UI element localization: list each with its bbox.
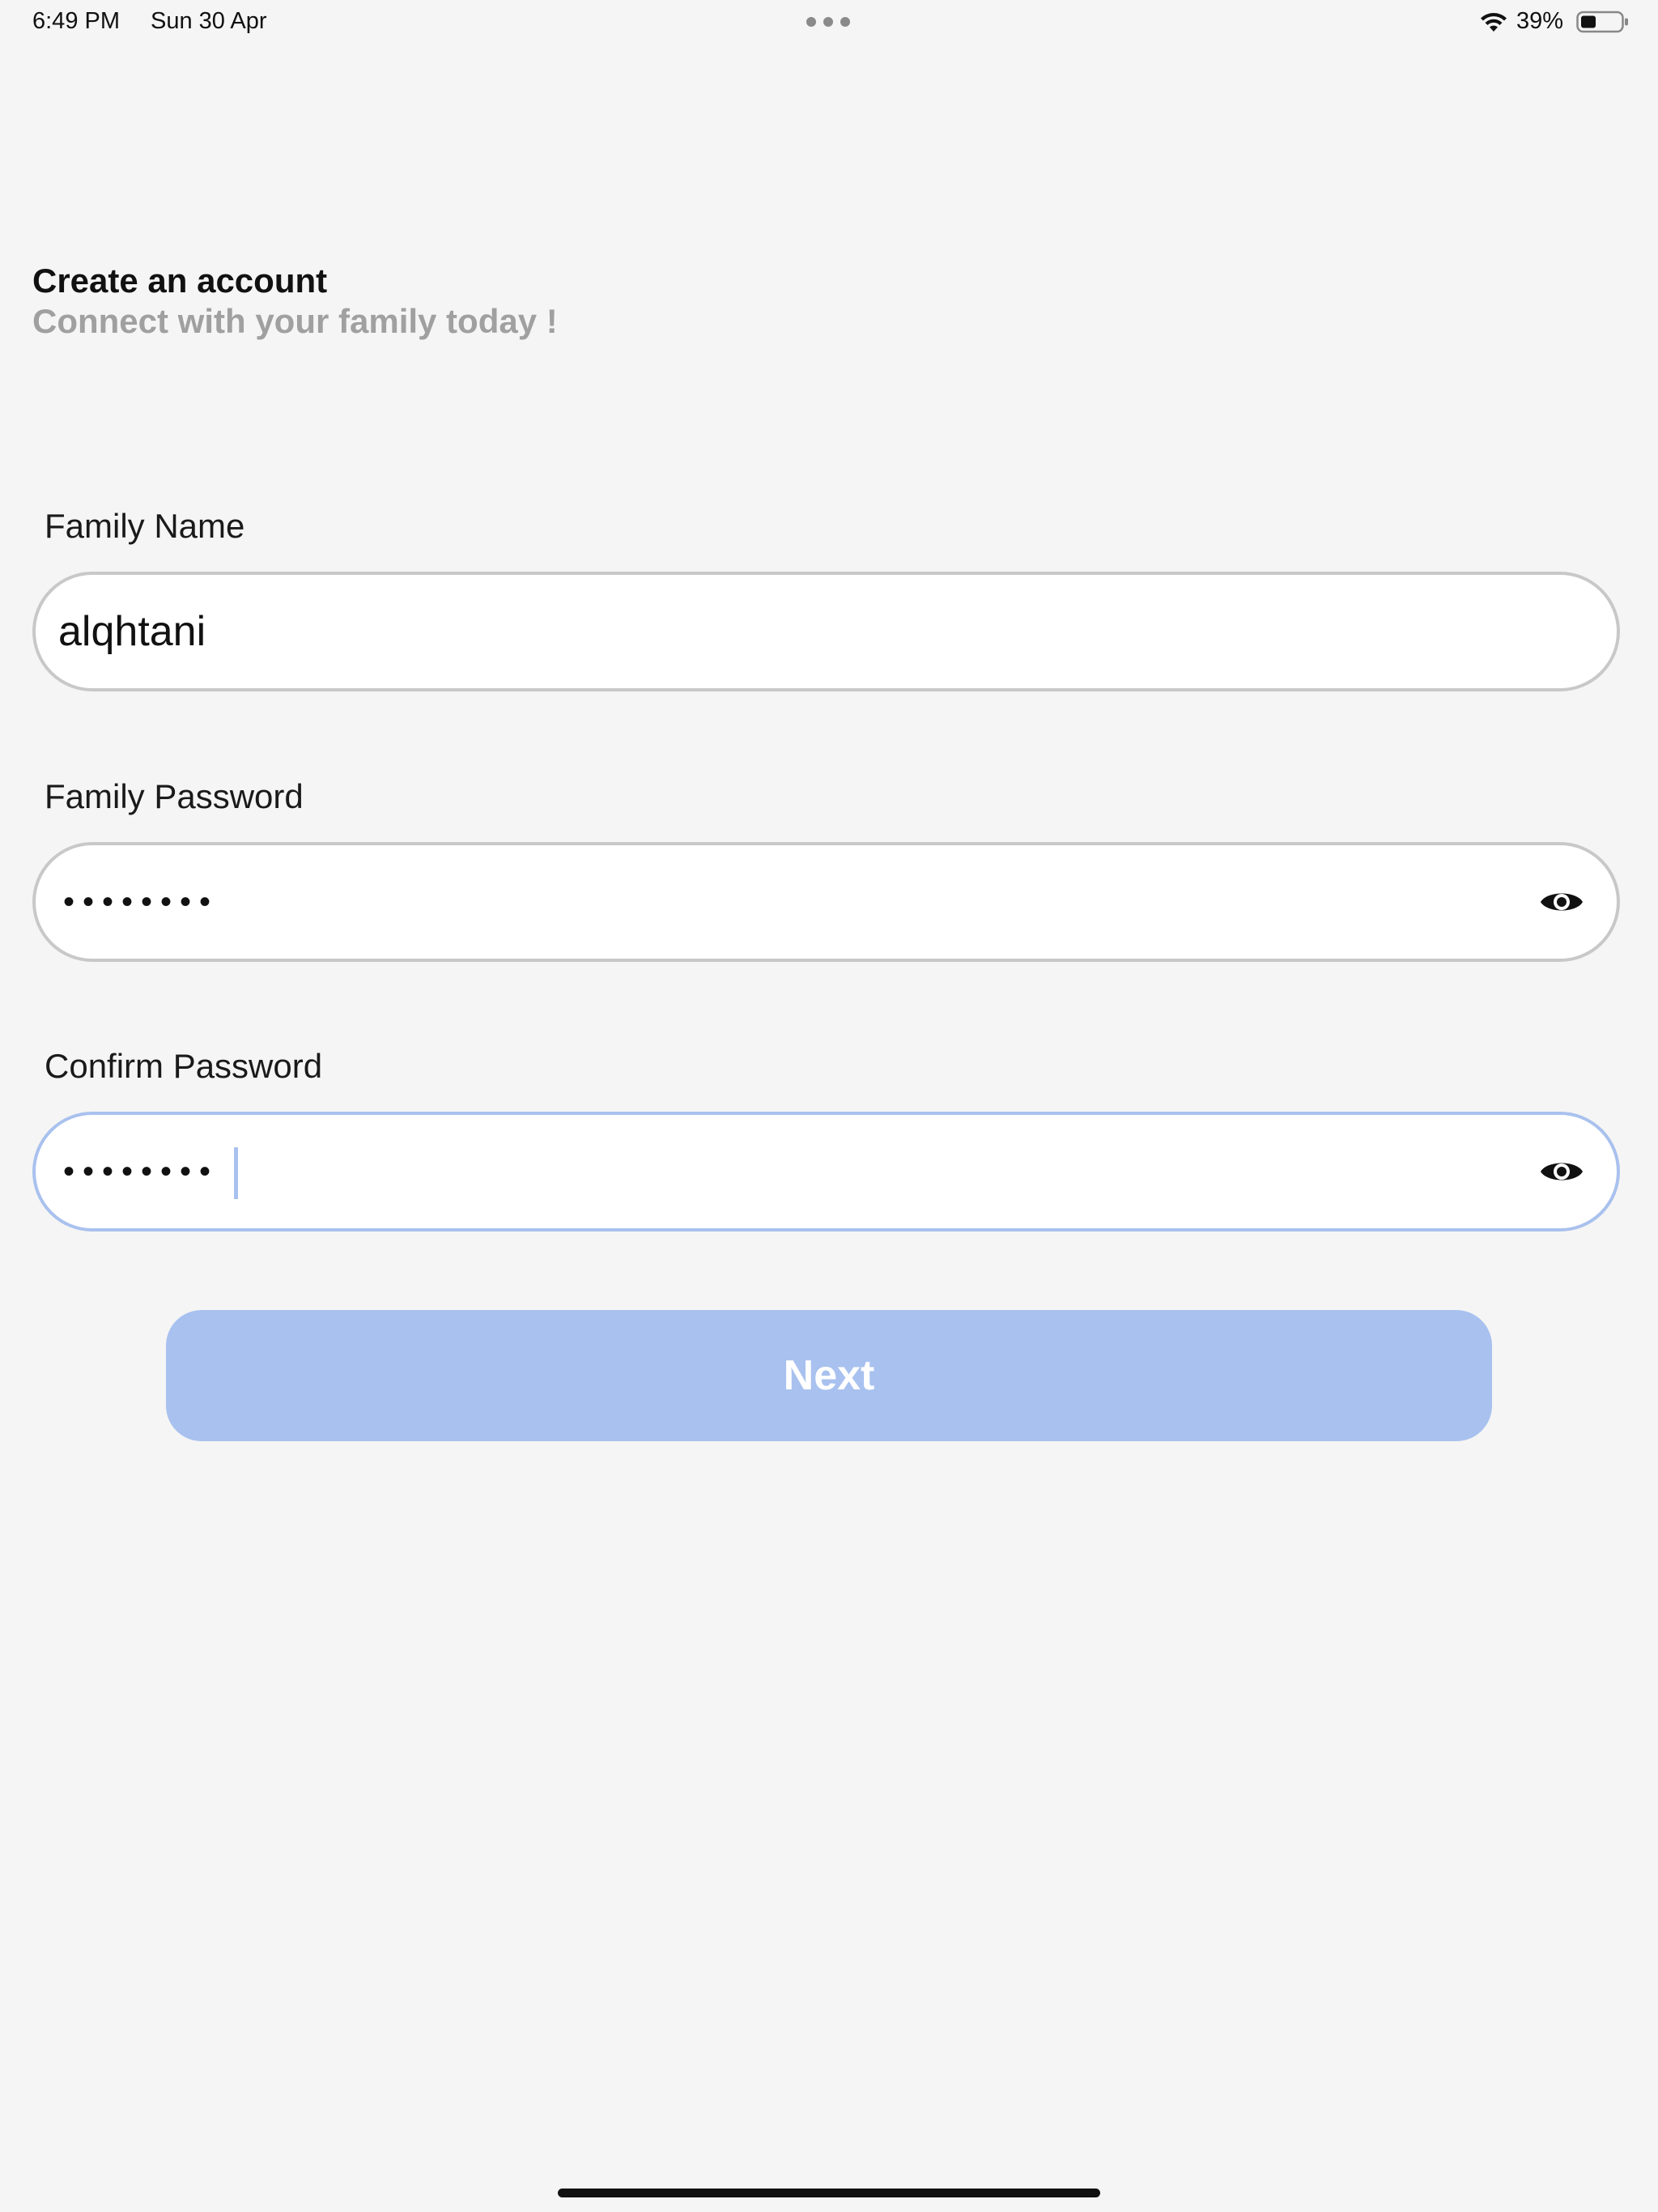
status-date: Sun 30 Apr (151, 8, 267, 34)
family-password-field[interactable]: •••••••• (32, 842, 1620, 962)
family-password-value: •••••••• (63, 884, 219, 920)
eye-icon[interactable] (1539, 886, 1584, 918)
confirm-password-field[interactable]: •••••••• (32, 1112, 1620, 1231)
page-subtitle: Connect with your family today ! (32, 302, 558, 340)
status-bar: 6:49 PM Sun 30 Apr 39% (0, 0, 1658, 45)
confirm-password-label: Confirm Password (45, 1047, 323, 1085)
battery-percent: 39% (1516, 8, 1564, 34)
family-name-field[interactable]: alqhtani (32, 572, 1620, 691)
eye-icon[interactable] (1539, 1155, 1584, 1188)
text-caret (234, 1147, 238, 1199)
home-indicator[interactable] (558, 2189, 1100, 2197)
battery-icon (1576, 11, 1628, 33)
next-button[interactable]: Next (166, 1310, 1492, 1441)
confirm-password-value: •••••••• (63, 1154, 219, 1189)
multitask-dots-icon[interactable] (806, 17, 852, 27)
status-time: 6:49 PM (32, 8, 120, 34)
page-title: Create an account (32, 262, 328, 300)
family-name-label: Family Name (45, 507, 245, 545)
family-name-value: alqhtani (58, 608, 206, 655)
family-password-label: Family Password (45, 777, 304, 815)
wifi-icon (1481, 13, 1507, 32)
